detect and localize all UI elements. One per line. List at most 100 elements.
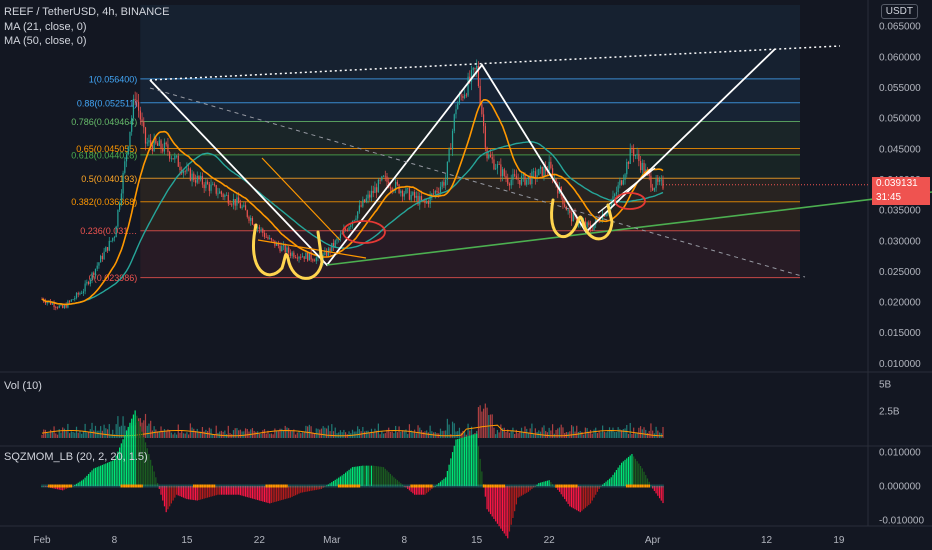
momentum-bar [448, 464, 450, 486]
squeeze-dot [249, 484, 252, 488]
momentum-bar [151, 465, 153, 486]
squeeze-dot [318, 484, 321, 488]
squeeze-dot [324, 484, 326, 488]
squeeze-dot [291, 484, 293, 488]
volume-bar [583, 434, 585, 438]
volume-bar [615, 431, 618, 438]
squeeze-dot [562, 484, 564, 488]
candle-body [655, 178, 657, 189]
squeeze-dot [199, 484, 202, 488]
momentum-bar [493, 486, 495, 519]
squeeze-dot [396, 484, 399, 488]
candle-body [543, 166, 545, 177]
momentum-bar [188, 486, 190, 500]
candle-body [250, 217, 252, 221]
squeeze-dot [263, 484, 266, 488]
volume-bar [53, 426, 55, 438]
time-axis-tick-label: 15 [181, 535, 193, 546]
chart-canvas[interactable]: 1(0.056400) 0.88(0.052511) 0.786(0.049464)… [0, 0, 932, 550]
squeeze-dot [230, 484, 233, 488]
volume-bar [381, 431, 383, 438]
squeeze-dot [244, 484, 247, 488]
volume-bar [326, 428, 328, 438]
candle-body [527, 177, 530, 180]
candle-body [177, 155, 179, 167]
momentum-bar [369, 465, 371, 486]
candle-body [488, 154, 490, 159]
candle-body [624, 174, 626, 180]
candle-body [481, 104, 483, 115]
candle-body [457, 103, 459, 110]
squeeze-dot [113, 484, 116, 488]
squeeze-dot [68, 484, 71, 488]
squeeze-dot [469, 484, 471, 488]
momentum-bar [629, 455, 631, 486]
volume-bar [186, 432, 188, 438]
volume-bar [498, 432, 500, 438]
candle-body [105, 247, 107, 252]
momentum-bar [374, 465, 376, 486]
candle-body [305, 252, 307, 259]
volume-bar [598, 431, 600, 438]
squeeze-dot [280, 484, 283, 488]
candle-body [129, 131, 131, 147]
squeeze-dot [277, 484, 280, 488]
currency-badge[interactable]: USDT [880, 4, 918, 19]
candle-body [98, 262, 100, 266]
squeeze-dot [355, 484, 357, 488]
squeeze-dot [608, 484, 611, 488]
squeeze-dot [77, 484, 80, 488]
volume-bar [348, 431, 350, 438]
volume-bar [308, 424, 310, 438]
squeeze-dot [287, 484, 290, 488]
squeeze-dot [569, 484, 571, 488]
squeeze-dot [543, 484, 545, 488]
candle-body [572, 213, 574, 222]
squeeze-dot [331, 484, 333, 488]
momentum-bar [579, 486, 581, 513]
volume-bar [345, 432, 347, 438]
candle-body [141, 119, 143, 123]
candle-body [633, 149, 635, 157]
volume-bar [639, 426, 642, 438]
squeeze-dot [313, 484, 316, 488]
volume-bar [526, 428, 528, 438]
candle-body [120, 193, 122, 204]
squeeze-dot [127, 484, 130, 488]
squeeze-dot [531, 484, 533, 488]
candle-body [493, 159, 495, 170]
candle-body [212, 184, 214, 186]
momentum-bar [645, 475, 647, 486]
volume-bar [536, 432, 538, 438]
squeeze-dot [125, 484, 128, 488]
squeeze-dot [284, 484, 287, 488]
squeeze-dot [222, 484, 224, 488]
squeeze-dot [501, 484, 504, 488]
volume-bar [262, 430, 264, 438]
momentum-bar [163, 486, 166, 507]
squeeze-dot [619, 484, 621, 488]
volume-bar [374, 428, 376, 438]
squeeze-dot [593, 484, 595, 488]
candle-body [162, 148, 164, 152]
momentum-bar [212, 486, 214, 497]
candle-body [621, 180, 623, 185]
momentum-bar [350, 468, 352, 486]
candle-body [441, 182, 443, 187]
squeeze-dot [337, 484, 340, 488]
momentum-bar [360, 465, 362, 486]
squeeze-dot [306, 484, 309, 488]
squeeze-dot [167, 484, 169, 488]
candle-body [382, 175, 385, 177]
fib-level-label: 0.88(0.052511) [77, 98, 137, 108]
momentum-bar [489, 486, 492, 515]
candle-body [367, 194, 369, 199]
squeeze-dot [607, 484, 609, 488]
squeeze-dot [556, 484, 559, 488]
squeeze-dot [653, 484, 656, 488]
squeeze-dot [294, 484, 297, 488]
momentum-bar [455, 439, 457, 486]
candle-body [458, 95, 461, 104]
candle-body [462, 95, 464, 99]
candle-body [365, 198, 367, 203]
